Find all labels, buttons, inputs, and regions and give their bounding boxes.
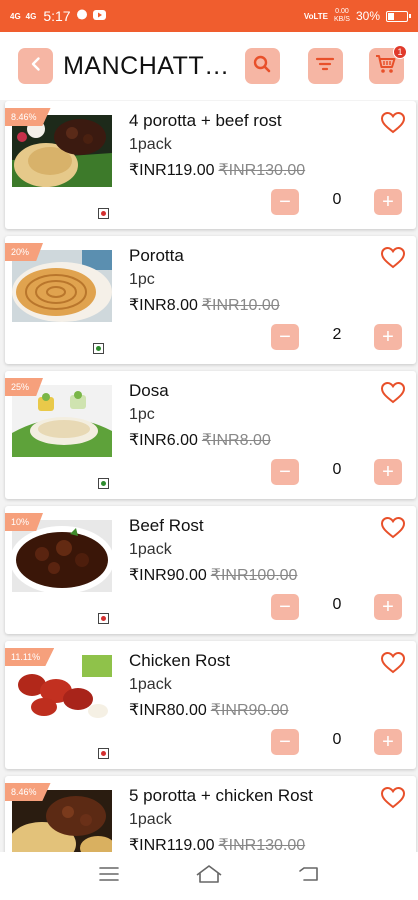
volte-label: VoLTE: [303, 11, 329, 21]
product-name[interactable]: Chicken Rost: [129, 651, 230, 671]
quantity-value: 0: [332, 596, 342, 613]
original-price: ₹INR130.00: [218, 162, 306, 179]
chevron-left-icon: [28, 56, 44, 77]
heart-icon: [380, 381, 406, 409]
clock: 5:17: [43, 8, 71, 24]
product-unit: 1pc: [129, 406, 155, 423]
product-card[interactable]: 8.46% 5 porotta + chicken Rost 1pack ₹IN…: [5, 776, 416, 852]
system-navigation-bar: [0, 852, 418, 900]
network-indicator-2: 4G: [25, 11, 37, 21]
product-price: ₹INR6.00 ₹INR8.00: [129, 430, 271, 450]
product-card[interactable]: 25% Dosa 1pc ₹INR6.00 ₹INR8.00 − 0 +: [5, 371, 416, 499]
wishlist-button[interactable]: [380, 111, 406, 135]
wishlist-button[interactable]: [380, 381, 406, 405]
selling-price: ₹INR6.00: [129, 432, 198, 449]
increase-quantity-button[interactable]: +: [374, 729, 402, 755]
original-price: ₹INR100.00: [210, 567, 298, 584]
decrease-quantity-button[interactable]: −: [271, 459, 299, 485]
youtube-icon: [92, 9, 106, 23]
selling-price: ₹INR90.00: [129, 567, 207, 584]
quantity-value: 2: [332, 326, 342, 343]
wishlist-button[interactable]: [380, 516, 406, 540]
product-card[interactable]: 20% Porotta 1pc ₹INR8.00 ₹INR10.00 − 2 +: [5, 236, 416, 364]
quantity-value: 0: [332, 461, 342, 478]
nonveg-indicator: [98, 748, 109, 759]
heart-icon: [380, 786, 406, 814]
app-header: MANCHATTY... 1: [0, 32, 418, 100]
product-card[interactable]: 11.11% Chicken Rost 1pack ₹INR80.00 ₹INR9…: [5, 641, 416, 769]
product-card[interactable]: 8.46% 4 porotta + beef rost 1pack ₹INR11…: [5, 101, 416, 229]
selling-price: ₹INR80.00: [129, 702, 207, 719]
search-button[interactable]: [244, 48, 280, 84]
original-price: ₹INR10.00: [201, 297, 280, 314]
heart-icon: [380, 516, 406, 544]
heart-icon: [380, 111, 406, 139]
cart-button[interactable]: 1: [368, 45, 408, 84]
product-price: ₹INR90.00 ₹INR100.00: [129, 565, 297, 585]
cart-icon: [375, 54, 397, 79]
wishlist-button[interactable]: [380, 651, 406, 675]
product-name[interactable]: 5 porotta + chicken Rost: [129, 786, 313, 806]
decrease-quantity-button[interactable]: −: [271, 594, 299, 620]
product-price: ₹INR8.00 ₹INR10.00: [129, 295, 280, 315]
quantity-value: 0: [332, 731, 342, 748]
filter-button[interactable]: [307, 48, 343, 84]
product-price: ₹INR80.00 ₹INR90.00: [129, 700, 289, 720]
nonveg-indicator: [98, 613, 109, 624]
product-name[interactable]: Dosa: [129, 381, 169, 401]
wishlist-button[interactable]: [380, 786, 406, 810]
back-icon[interactable]: [298, 865, 320, 888]
veg-indicator: [98, 478, 109, 489]
page-title: MANCHATTY...: [63, 51, 237, 80]
product-price: ₹INR119.00 ₹INR130.00: [129, 160, 305, 180]
cart-count-badge: 1: [393, 45, 408, 59]
decrease-quantity-button[interactable]: −: [271, 324, 299, 350]
increase-quantity-button[interactable]: +: [374, 189, 402, 215]
decrease-quantity-button[interactable]: −: [271, 189, 299, 215]
product-unit: 1pack: [129, 541, 172, 558]
original-price: ₹INR130.00: [218, 837, 306, 852]
product-unit: 1pack: [129, 676, 172, 693]
message-icon: [76, 9, 88, 24]
increase-quantity-button[interactable]: +: [374, 594, 402, 620]
selling-price: ₹INR8.00: [129, 297, 198, 314]
battery-icon: [386, 10, 411, 22]
nonveg-indicator: [98, 208, 109, 219]
selling-price: ₹INR119.00: [129, 162, 215, 179]
increase-quantity-button[interactable]: +: [374, 324, 402, 350]
menu-icon[interactable]: [98, 866, 120, 887]
selling-price: ₹INR119.00: [129, 837, 215, 852]
filter-icon: [315, 55, 335, 78]
original-price: ₹INR90.00: [210, 702, 289, 719]
network-indicator-1: 4G: [10, 11, 21, 21]
veg-indicator: [93, 343, 104, 354]
home-icon[interactable]: [195, 864, 223, 889]
quantity-value: 0: [332, 191, 342, 208]
product-unit: 1pack: [129, 811, 172, 828]
back-button[interactable]: [18, 48, 54, 84]
heart-icon: [380, 246, 406, 274]
network-speed: 0.00 KB/S: [334, 8, 350, 23]
heart-icon: [380, 651, 406, 679]
battery-percent: 30%: [355, 9, 380, 23]
product-name[interactable]: 4 porotta + beef rost: [129, 111, 282, 131]
product-price: ₹INR119.00 ₹INR130.00: [129, 835, 305, 852]
original-price: ₹INR8.00: [201, 432, 271, 449]
wishlist-button[interactable]: [380, 246, 406, 270]
decrease-quantity-button[interactable]: −: [271, 729, 299, 755]
status-bar: 4G 4G 5:17 VoLTE 0.00 KB/S 30%: [0, 0, 418, 32]
product-unit: 1pack: [129, 136, 172, 153]
product-name[interactable]: Beef Rost: [129, 516, 204, 536]
product-unit: 1pc: [129, 271, 155, 288]
search-icon: [252, 54, 272, 79]
increase-quantity-button[interactable]: +: [374, 459, 402, 485]
product-name[interactable]: Porotta: [129, 246, 184, 266]
product-list[interactable]: 8.46% 4 porotta + beef rost 1pack ₹INR11…: [0, 101, 418, 852]
product-card[interactable]: 10% Beef Rost 1pack ₹INR90.00 ₹INR100.00 …: [5, 506, 416, 634]
